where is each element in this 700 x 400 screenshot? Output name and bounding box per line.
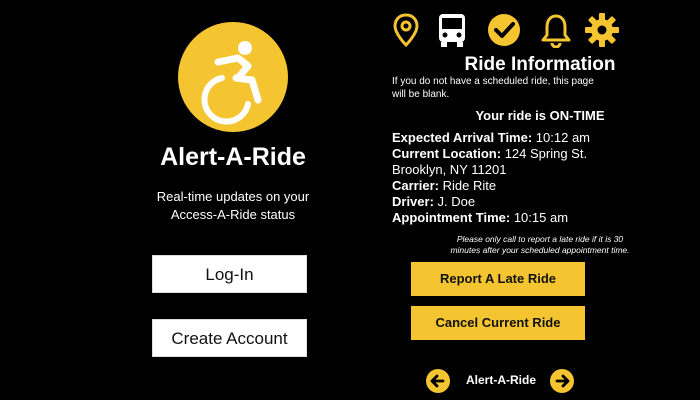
gear-icon[interactable] <box>584 12 620 48</box>
app-logo <box>178 22 288 132</box>
accessibility-wheelchair-icon <box>201 41 262 125</box>
login-button[interactable]: Log-In <box>152 255 307 293</box>
blank-page-note: If you do not have a scheduled ride, thi… <box>392 75 682 101</box>
call-note-line: Please only call to report a late ride i… <box>456 234 624 244</box>
driver-label: Driver: <box>392 194 434 209</box>
arrival-label: Expected Arrival Time: <box>392 130 533 145</box>
note-line: will be blank. <box>392 89 450 100</box>
cancel-ride-button[interactable]: Cancel Current Ride <box>411 306 585 340</box>
arrow-left-icon[interactable] <box>425 368 451 394</box>
footer-nav: Alert-A-Ride <box>425 368 575 396</box>
bus-icon[interactable] <box>434 12 470 48</box>
create-account-button[interactable]: Create Account <box>152 319 307 357</box>
location-row: Current Location: 124 Spring St. <box>392 146 692 162</box>
appointment-value: 10:15 am <box>513 210 569 225</box>
location-pin-icon[interactable] <box>388 12 424 48</box>
appointment-row: Appointment Time: 10:15 am <box>392 210 692 226</box>
footer-app-name: Alert-A-Ride <box>465 373 536 387</box>
ride-information-screen: Ride Information If you do not have a sc… <box>380 0 700 400</box>
subtitle-line: Real-time updates on your <box>156 189 310 204</box>
carrier-label: Carrier: <box>392 178 439 193</box>
app-title: Alert-A-Ride <box>160 143 306 171</box>
report-late-ride-button[interactable]: Report A Late Ride <box>411 262 585 296</box>
carrier-value: Ride Rite <box>442 178 497 193</box>
app-subtitle: Real-time updates on your Access-A-Ride … <box>120 188 346 224</box>
note-line: If you do not have a scheduled ride, thi… <box>392 76 594 87</box>
driver-value: J. Doe <box>437 194 476 209</box>
appointment-label: Appointment Time: <box>392 210 511 225</box>
arrow-right-icon[interactable] <box>549 368 575 394</box>
call-note-line: minutes after your scheduled appointment… <box>450 245 630 255</box>
ride-details: Expected Arrival Time: 10:12 am Current … <box>392 130 692 226</box>
subtitle-line: Access-A-Ride status <box>170 207 296 222</box>
bell-icon[interactable] <box>538 12 574 49</box>
location-label: Current Location: <box>392 146 502 161</box>
checkmark-icon[interactable] <box>486 12 522 48</box>
ride-status: Your ride is ON-TIME <box>475 108 605 123</box>
login-screen: Alert-A-Ride Real-time updates on your A… <box>0 0 350 400</box>
call-note: Please only call to report a late ride i… <box>400 234 680 256</box>
location-value-2: Brooklyn, NY 11201 <box>392 162 507 177</box>
location-value: 124 Spring St. <box>504 146 588 161</box>
location-row-2: Brooklyn, NY 11201 <box>392 162 692 178</box>
carrier-row: Carrier: Ride Rite <box>392 178 692 194</box>
page-title: Ride Information <box>464 54 616 75</box>
arrival-row: Expected Arrival Time: 10:12 am <box>392 130 692 146</box>
driver-row: Driver: J. Doe <box>392 194 692 210</box>
arrival-value: 10:12 am <box>535 130 590 145</box>
